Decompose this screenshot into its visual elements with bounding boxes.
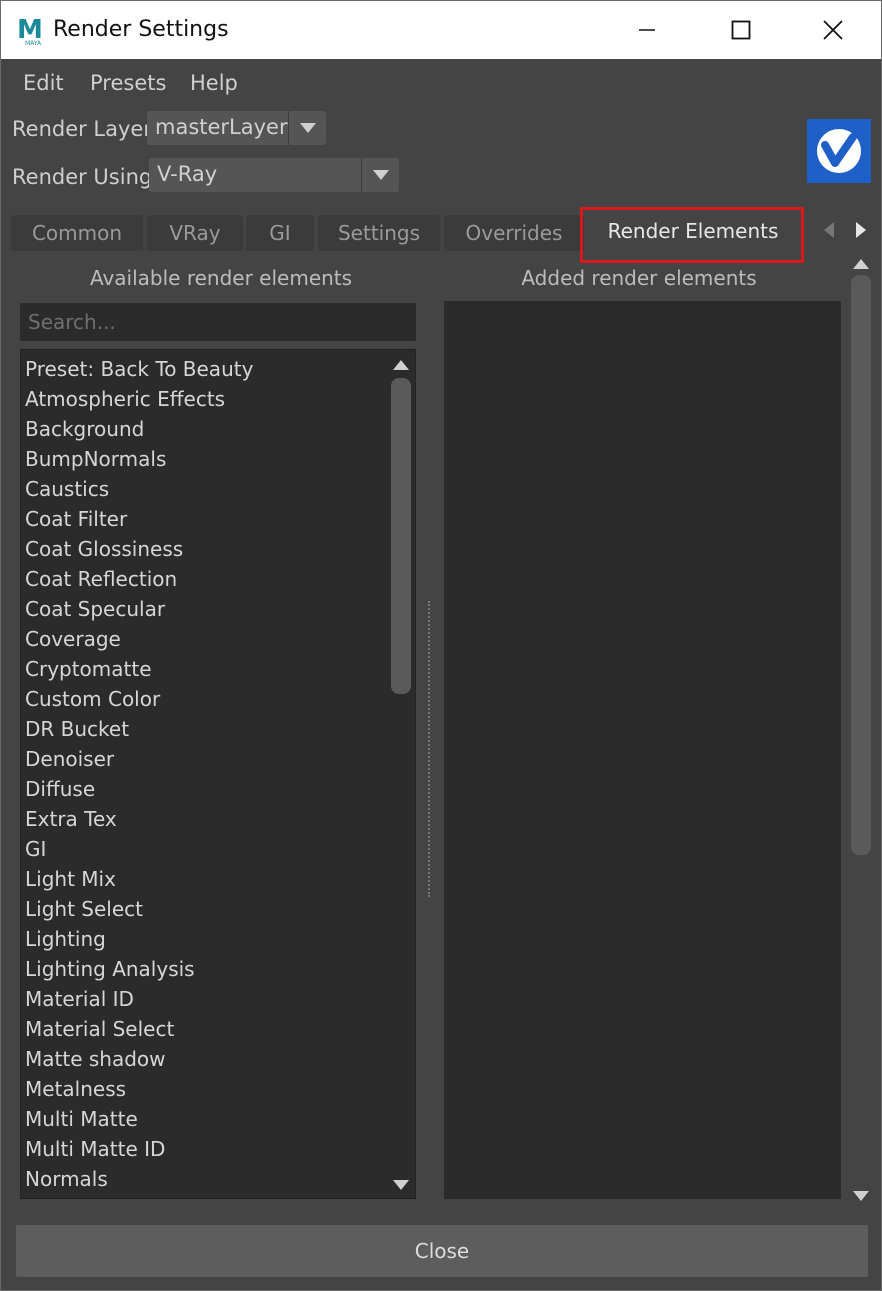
added-elements-list[interactable] (444, 301, 841, 1199)
tab-scroll-right-button[interactable] (851, 219, 871, 241)
chevron-left-icon (824, 222, 834, 238)
menu-edit[interactable]: Edit (23, 71, 64, 95)
close-window-button[interactable] (787, 1, 879, 59)
panel-scrollbar[interactable] (849, 253, 873, 1207)
list-item[interactable]: Multi Matte ID (25, 1134, 165, 1164)
menu-presets[interactable]: Presets (90, 71, 166, 95)
tab-vray[interactable]: VRay (147, 215, 243, 251)
chevron-down-icon[interactable] (851, 1187, 871, 1205)
list-item[interactable]: Atmospheric Effects (25, 384, 225, 414)
available-elements-list: Preset: Back To Beauty Atmospheric Effect… (20, 349, 416, 1199)
render-layer-value: masterLayer (155, 115, 288, 139)
list-item[interactable]: Matte shadow (25, 1044, 166, 1074)
list-item[interactable]: Background (25, 414, 144, 444)
list-item[interactable]: Normals (25, 1164, 108, 1194)
maximize-icon (731, 20, 751, 40)
list-item[interactable]: Coverage (25, 624, 121, 654)
menu-help[interactable]: Help (190, 71, 238, 95)
chevron-down-icon (288, 111, 326, 145)
close-button-label: Close (414, 1239, 470, 1263)
tab-highlight-box (580, 207, 804, 263)
list-item[interactable]: Multi Matte (25, 1104, 138, 1134)
maya-app-icon: M MAYA (15, 14, 47, 47)
tab-label: Settings (337, 221, 421, 245)
list-item[interactable]: Extra Tex (25, 804, 117, 834)
list-item[interactable]: Light Select (25, 894, 143, 924)
list-item[interactable]: Lighting Analysis (25, 954, 195, 984)
list-item[interactable]: Coat Filter (25, 504, 127, 534)
available-elements-title: Available render elements (89, 266, 353, 290)
list-item[interactable]: BumpNormals (25, 444, 166, 474)
render-using-label: Render Using (12, 165, 153, 189)
chevron-down-icon (361, 158, 399, 192)
list-item[interactable]: Lighting (25, 924, 106, 954)
chevron-right-icon (856, 222, 866, 238)
close-button[interactable]: Close (16, 1225, 868, 1277)
list-item[interactable]: Denoiser (25, 744, 114, 774)
chevron-down-icon[interactable] (391, 1176, 411, 1194)
list-item[interactable]: Material Select (25, 1014, 174, 1044)
tab-label: VRay (169, 221, 221, 245)
render-layer-dropdown[interactable]: masterLayer (147, 111, 326, 145)
panel-scroll-thumb[interactable] (851, 275, 871, 855)
render-using-value: V-Ray (157, 162, 218, 186)
list-item[interactable]: GI (25, 834, 46, 864)
render-layer-label: Render Layer (12, 117, 152, 141)
list-item[interactable]: Coat Reflection (25, 564, 177, 594)
vray-logo (807, 119, 871, 183)
tab-label: Overrides (465, 221, 563, 245)
list-item[interactable]: Custom Color (25, 684, 160, 714)
list-item[interactable]: Diffuse (25, 774, 95, 804)
chevron-up-icon[interactable] (851, 255, 871, 273)
window-title: Render Settings (53, 17, 229, 42)
menu-bar: Edit Presets Help (1, 59, 881, 105)
list-scrollbar[interactable] (387, 350, 415, 1198)
tab-settings[interactable]: Settings (318, 215, 440, 251)
tab-label: Common (31, 221, 123, 245)
added-elements-title: Added render elements (521, 266, 757, 290)
search-input[interactable] (20, 303, 416, 341)
list-item[interactable]: Caustics (25, 474, 109, 504)
minimize-button[interactable] (601, 1, 693, 59)
list-item[interactable]: Preset: Back To Beauty (25, 354, 253, 384)
list-item[interactable]: Coat Specular (25, 594, 165, 624)
list-item[interactable]: Metalness (25, 1074, 126, 1104)
svg-text:MAYA: MAYA (25, 40, 42, 46)
render-settings-window: M MAYA Render Settings Edit Presets Help… (0, 0, 882, 1291)
tab-overrides[interactable]: Overrides (444, 215, 584, 251)
list-item[interactable]: Material ID (25, 984, 134, 1014)
list-item[interactable]: Cryptomatte (25, 654, 152, 684)
panel-splitter[interactable] (428, 601, 430, 897)
list-item[interactable]: Coat Glossiness (25, 534, 183, 564)
tab-gi[interactable]: GI (246, 215, 314, 251)
list-scroll-thumb[interactable] (391, 378, 411, 694)
chevron-up-icon[interactable] (391, 356, 411, 374)
tab-common[interactable]: Common (11, 215, 143, 251)
list-item[interactable]: Light Mix (25, 864, 116, 894)
close-icon (823, 20, 843, 40)
maximize-button[interactable] (695, 1, 787, 59)
list-item[interactable]: DR Bucket (25, 714, 129, 744)
title-bar: M MAYA Render Settings (1, 1, 881, 59)
render-using-dropdown[interactable]: V-Ray (149, 158, 399, 192)
minimize-icon (639, 29, 655, 31)
tab-label: GI (269, 221, 291, 245)
tab-scroll-left-button[interactable] (819, 219, 839, 241)
